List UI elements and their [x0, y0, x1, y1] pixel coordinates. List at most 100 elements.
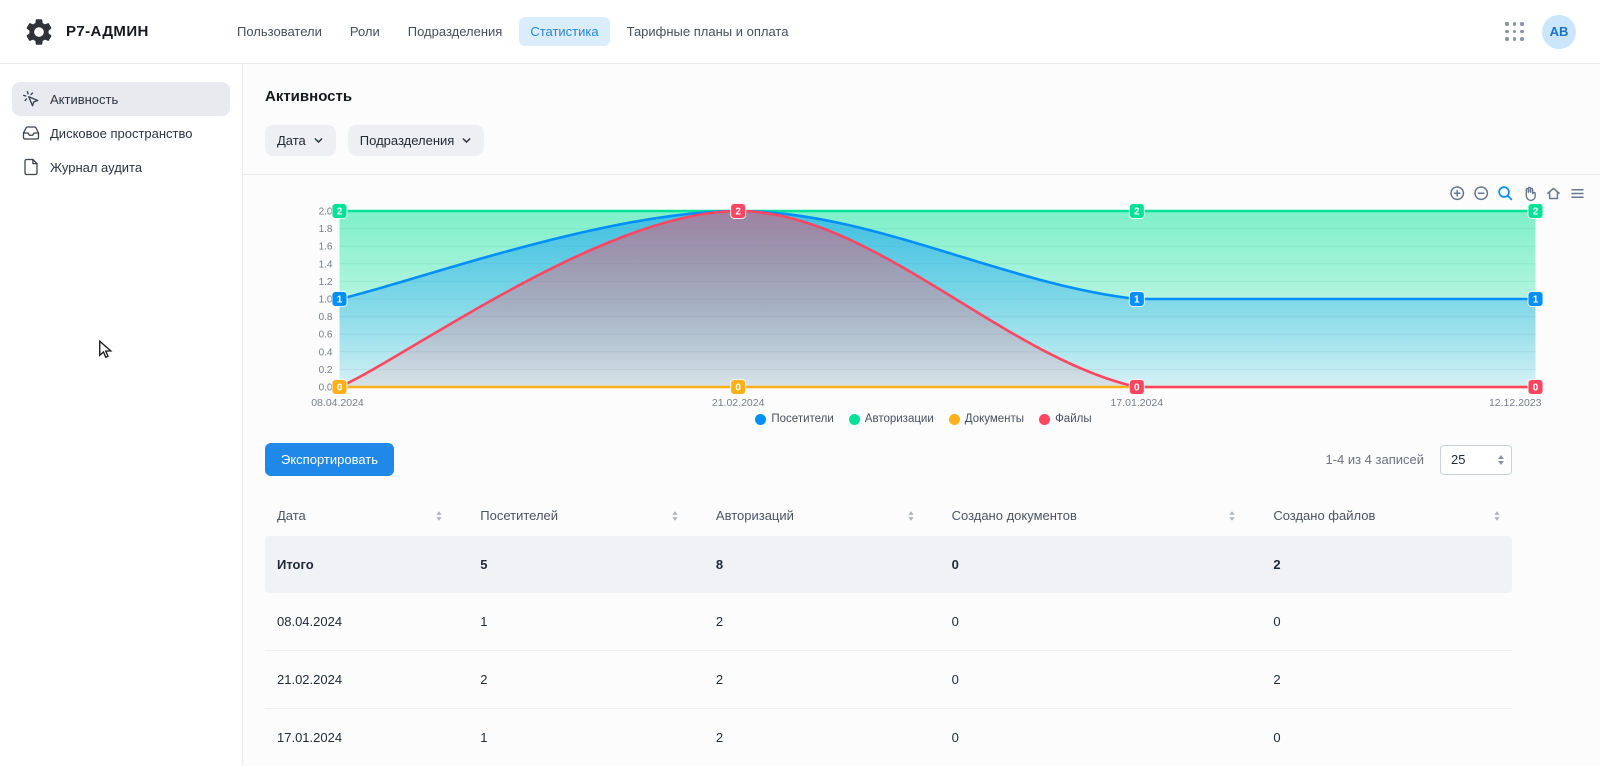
page-size-value: 25 — [1451, 452, 1465, 467]
legend-dot — [949, 414, 960, 425]
sidebar-item-activity[interactable]: Активность — [12, 82, 230, 116]
chevron-down-icon — [461, 135, 472, 146]
svg-text:0.8: 0.8 — [319, 312, 333, 323]
svg-text:0.6: 0.6 — [319, 330, 333, 341]
svg-text:2: 2 — [1533, 207, 1539, 218]
sidebar-item-disk-space[interactable]: Дисковое пространство — [12, 116, 230, 150]
total-value: 5 — [468, 536, 704, 593]
zoom-in-icon[interactable] — [1449, 185, 1466, 202]
svg-text:1: 1 — [1533, 295, 1539, 306]
nav-item-roles[interactable]: Роли — [339, 17, 391, 46]
sort-icon[interactable] — [1494, 511, 1500, 521]
nav-item-departments[interactable]: Подразделения — [397, 17, 514, 46]
activity-click-icon — [22, 90, 40, 108]
pan-icon[interactable] — [1521, 185, 1538, 202]
total-value: 0 — [940, 536, 1262, 593]
sidebar-item-label: Журнал аудита — [50, 160, 142, 175]
brand-title: Р7-АДМИН — [66, 23, 149, 40]
filter-date-dropdown[interactable]: Дата — [265, 125, 336, 156]
apps-grid-icon[interactable] — [1505, 22, 1524, 41]
svg-text:12.12.2023: 12.12.2023 — [1489, 397, 1542, 409]
page-size-select[interactable]: 25 — [1440, 445, 1512, 475]
nav-item-statistics[interactable]: Статистика — [519, 17, 609, 46]
table-header: Дата Посетителей Авторизаций Создано док… — [265, 498, 1512, 536]
svg-text:0: 0 — [337, 383, 343, 394]
actions-row: Экспортировать 1-4 из 4 записей 25 — [243, 425, 1600, 476]
column-header-authorizations[interactable]: Авторизаций — [704, 498, 940, 536]
page-title: Активность — [265, 88, 1576, 105]
column-header-date[interactable]: Дата — [265, 498, 468, 536]
legend-item-visitors[interactable]: Посетители — [755, 413, 833, 425]
selection-zoom-icon[interactable] — [1497, 185, 1514, 202]
gear-logo-icon — [22, 15, 56, 49]
svg-text:1.8: 1.8 — [319, 224, 333, 235]
legend-dot — [1039, 414, 1050, 425]
activity-table: Дата Посетителей Авторизаций Создано док… — [265, 498, 1512, 766]
filter-label: Подразделения — [360, 133, 455, 148]
sidebar-item-audit-log[interactable]: Журнал аудита — [12, 150, 230, 184]
svg-text:1.4: 1.4 — [319, 259, 333, 270]
reset-home-icon[interactable] — [1545, 185, 1562, 202]
sort-icon[interactable] — [672, 511, 678, 521]
table-row: 17.01.2024 1 2 0 0 — [265, 709, 1512, 766]
disk-icon — [22, 124, 40, 142]
legend-dot — [755, 414, 766, 425]
svg-text:0: 0 — [1134, 383, 1140, 394]
nav-item-users[interactable]: Пользователи — [226, 17, 333, 46]
legend-item-documents[interactable]: Документы — [949, 413, 1024, 425]
svg-text:1: 1 — [1134, 295, 1140, 306]
sidebar-item-label: Дисковое пространство — [50, 126, 193, 141]
svg-text:21.02.2024: 21.02.2024 — [712, 397, 765, 409]
sort-icon[interactable] — [1229, 511, 1235, 521]
avatar[interactable]: АВ — [1542, 15, 1576, 49]
total-value: 8 — [704, 536, 940, 593]
svg-text:0: 0 — [1533, 383, 1539, 394]
sort-icon[interactable] — [436, 511, 442, 521]
svg-text:0.4: 0.4 — [319, 347, 333, 358]
legend-dot — [849, 414, 860, 425]
activity-chart: 0.00.20.40.60.81.01.21.41.61.82.008.04.2… — [243, 175, 1600, 425]
table-row: 21.02.2024 2 2 0 2 — [265, 651, 1512, 709]
app-logo[interactable]: Р7-АДМИН — [22, 15, 226, 49]
filter-departments-dropdown[interactable]: Подразделения — [348, 125, 485, 156]
total-label: Итого — [265, 536, 468, 593]
column-header-files[interactable]: Создано файлов — [1261, 498, 1512, 536]
top-nav: Пользователи Роли Подразделения Статисти… — [226, 17, 799, 46]
column-header-visitors[interactable]: Посетителей — [468, 498, 704, 536]
table-total-row: Итого 5 8 0 2 — [265, 536, 1512, 593]
svg-text:1.6: 1.6 — [319, 242, 333, 253]
svg-text:2: 2 — [1134, 207, 1140, 218]
filters-row: Дата Подразделения — [265, 125, 1576, 156]
svg-text:1: 1 — [337, 295, 343, 306]
records-info: 1-4 из 4 записей — [1325, 452, 1424, 467]
header-right: АВ — [1505, 15, 1576, 49]
sort-icon[interactable] — [908, 511, 914, 521]
menu-icon[interactable] — [1569, 185, 1586, 202]
chart-plot[interactable]: 0.00.20.40.60.81.01.21.41.61.82.008.04.2… — [261, 199, 1586, 411]
column-header-documents[interactable]: Создано документов — [940, 498, 1262, 536]
sidebar-item-label: Активность — [50, 92, 118, 107]
svg-text:2: 2 — [735, 207, 741, 218]
audit-file-icon — [22, 158, 40, 176]
svg-text:2: 2 — [337, 207, 343, 218]
total-value: 2 — [1261, 536, 1512, 593]
app-header: Р7-АДМИН Пользователи Роли Подразделения… — [0, 0, 1600, 64]
svg-text:0: 0 — [735, 383, 741, 394]
svg-text:08.04.2024: 08.04.2024 — [311, 397, 364, 409]
spinner-icon[interactable] — [1498, 455, 1504, 465]
svg-text:2.0: 2.0 — [319, 207, 333, 218]
chart-legend: Посетители Авторизации Документы Файлы — [261, 413, 1586, 425]
svg-text:1.0: 1.0 — [319, 295, 333, 306]
table-row: 08.04.2024 1 2 0 0 — [265, 593, 1512, 651]
zoom-out-icon[interactable] — [1473, 185, 1490, 202]
legend-item-files[interactable]: Файлы — [1039, 413, 1092, 425]
main-content: Активность Дата Подразделения — [243, 64, 1600, 766]
svg-text:17.01.2024: 17.01.2024 — [1111, 397, 1164, 409]
filter-label: Дата — [277, 133, 306, 148]
chevron-down-icon — [313, 135, 324, 146]
export-button[interactable]: Экспортировать — [265, 443, 394, 476]
sidebar: Активность Дисковое пространство Журнал … — [0, 64, 243, 766]
svg-text:0.2: 0.2 — [319, 365, 333, 376]
nav-item-tariffs[interactable]: Тарифные планы и оплата — [616, 17, 800, 46]
legend-item-authorizations[interactable]: Авторизации — [849, 413, 934, 425]
